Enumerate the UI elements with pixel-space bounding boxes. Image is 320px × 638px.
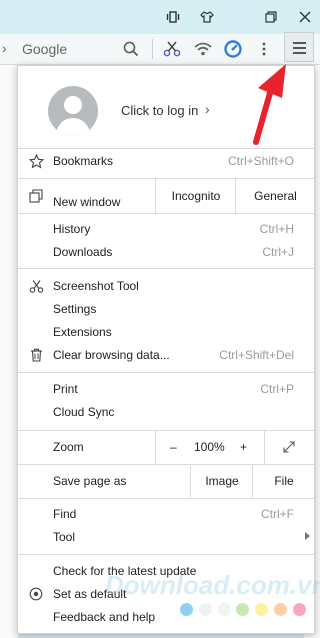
annotation-arrow-icon bbox=[253, 64, 286, 145]
menu-item-find[interactable]: Find Ctrl+F bbox=[18, 503, 314, 525]
menu-item-cloud-sync[interactable]: Cloud Sync bbox=[18, 401, 314, 423]
zoom-value: 100% bbox=[194, 440, 225, 454]
zoom-out-button[interactable]: – bbox=[170, 440, 177, 454]
close-button[interactable] bbox=[294, 7, 316, 27]
new-window-row: New window Incognito General bbox=[18, 179, 314, 213]
history-label: History bbox=[53, 222, 91, 236]
menu-item-history[interactable]: History Ctrl+H bbox=[18, 218, 314, 240]
chevron-right-icon[interactable]: › bbox=[2, 40, 7, 56]
main-menu-dropdown: Click to log in › Bookmarks Ctrl+Shift+O… bbox=[17, 65, 315, 634]
zoom-label: Zoom bbox=[53, 440, 84, 454]
find-shortcut: Ctrl+F bbox=[261, 507, 294, 521]
general-button[interactable]: General bbox=[235, 179, 315, 213]
incognito-button[interactable]: Incognito bbox=[155, 179, 236, 213]
menu-item-extensions[interactable]: Extensions bbox=[18, 321, 314, 343]
avatar bbox=[48, 86, 98, 136]
downloads-label: Downloads bbox=[53, 245, 113, 259]
menu-item-tool[interactable]: Tool bbox=[18, 526, 314, 548]
divider bbox=[18, 498, 314, 499]
menu-item-downloads[interactable]: Downloads Ctrl+J bbox=[18, 241, 314, 263]
divider bbox=[18, 148, 314, 149]
star-icon bbox=[28, 153, 44, 169]
watermark: Download.com.vn bbox=[105, 570, 320, 600]
zoom-row: Zoom – 100% + bbox=[18, 430, 314, 464]
divider bbox=[18, 213, 314, 214]
restore-button[interactable] bbox=[260, 7, 282, 27]
hamburger-icon-line bbox=[293, 47, 306, 49]
wifi-icon[interactable] bbox=[193, 39, 213, 59]
extensions-label: Extensions bbox=[53, 325, 112, 339]
history-shortcut: Ctrl+H bbox=[259, 222, 294, 236]
screenshot-tool-label: Screenshot Tool bbox=[53, 279, 139, 293]
print-label: Print bbox=[53, 382, 78, 396]
submenu-arrow-icon bbox=[305, 532, 310, 540]
scissors-icon[interactable] bbox=[162, 39, 182, 59]
zoom-in-button[interactable]: + bbox=[240, 440, 247, 454]
find-label: Find bbox=[53, 507, 77, 521]
menu-item-print[interactable]: Print Ctrl+P bbox=[18, 378, 314, 400]
tool-label: Tool bbox=[53, 530, 76, 544]
bookmarks-shortcut: Ctrl+Shift+O bbox=[227, 154, 294, 168]
tablet-mode-icon[interactable] bbox=[162, 7, 184, 27]
save-file-button[interactable]: File bbox=[252, 464, 315, 498]
divider bbox=[18, 372, 314, 373]
cloud-sync-label: Cloud Sync bbox=[53, 405, 115, 419]
save-page-label: Save page as bbox=[53, 474, 127, 488]
menu-item-settings[interactable]: Settings bbox=[18, 298, 314, 320]
more-options-icon[interactable] bbox=[254, 39, 274, 59]
target-icon bbox=[28, 586, 44, 602]
hamburger-icon-line bbox=[293, 52, 306, 54]
speedometer-icon[interactable] bbox=[223, 39, 243, 59]
menu-item-clear-browsing-data[interactable]: Clear browsing data... Ctrl+Shift+Del bbox=[18, 344, 314, 366]
scissors-icon bbox=[28, 278, 44, 294]
menu-item-feedback[interactable]: Feedback and help bbox=[18, 606, 314, 628]
search-icon[interactable] bbox=[121, 39, 141, 59]
clear-browsing-data-label: Clear browsing data... bbox=[53, 348, 170, 362]
clear-browsing-data-shortcut: Ctrl+Shift+Del bbox=[219, 348, 294, 362]
search-engine-label[interactable]: Google bbox=[22, 41, 67, 57]
page-background-left bbox=[0, 65, 18, 638]
zoom-controls: – 100% + bbox=[155, 430, 265, 464]
login-link[interactable]: Click to log in bbox=[121, 103, 198, 118]
save-image-button[interactable]: Image bbox=[190, 464, 253, 498]
bookmarks-label: Bookmarks bbox=[53, 154, 114, 168]
trash-icon bbox=[28, 347, 44, 363]
toolbar-divider bbox=[152, 39, 153, 59]
divider bbox=[18, 268, 314, 269]
menu-item-screenshot-tool[interactable]: Screenshot Tool bbox=[18, 275, 314, 297]
save-page-row: Save page as Image File bbox=[18, 464, 314, 498]
feedback-label: Feedback and help bbox=[53, 610, 156, 624]
shirt-skin-icon[interactable] bbox=[196, 7, 218, 27]
hamburger-icon bbox=[293, 42, 306, 44]
print-shortcut: Ctrl+P bbox=[260, 382, 294, 396]
chevron-right-icon: › bbox=[205, 101, 210, 117]
menu-item-bookmarks[interactable]: Bookmarks Ctrl+Shift+O bbox=[18, 150, 314, 172]
settings-label: Settings bbox=[53, 302, 97, 316]
new-window-label: New window bbox=[53, 195, 121, 209]
new-window-icon bbox=[28, 188, 44, 204]
divider bbox=[18, 554, 314, 555]
title-bar bbox=[0, 0, 320, 34]
fullscreen-icon[interactable] bbox=[282, 440, 296, 457]
downloads-shortcut: Ctrl+J bbox=[262, 245, 294, 259]
